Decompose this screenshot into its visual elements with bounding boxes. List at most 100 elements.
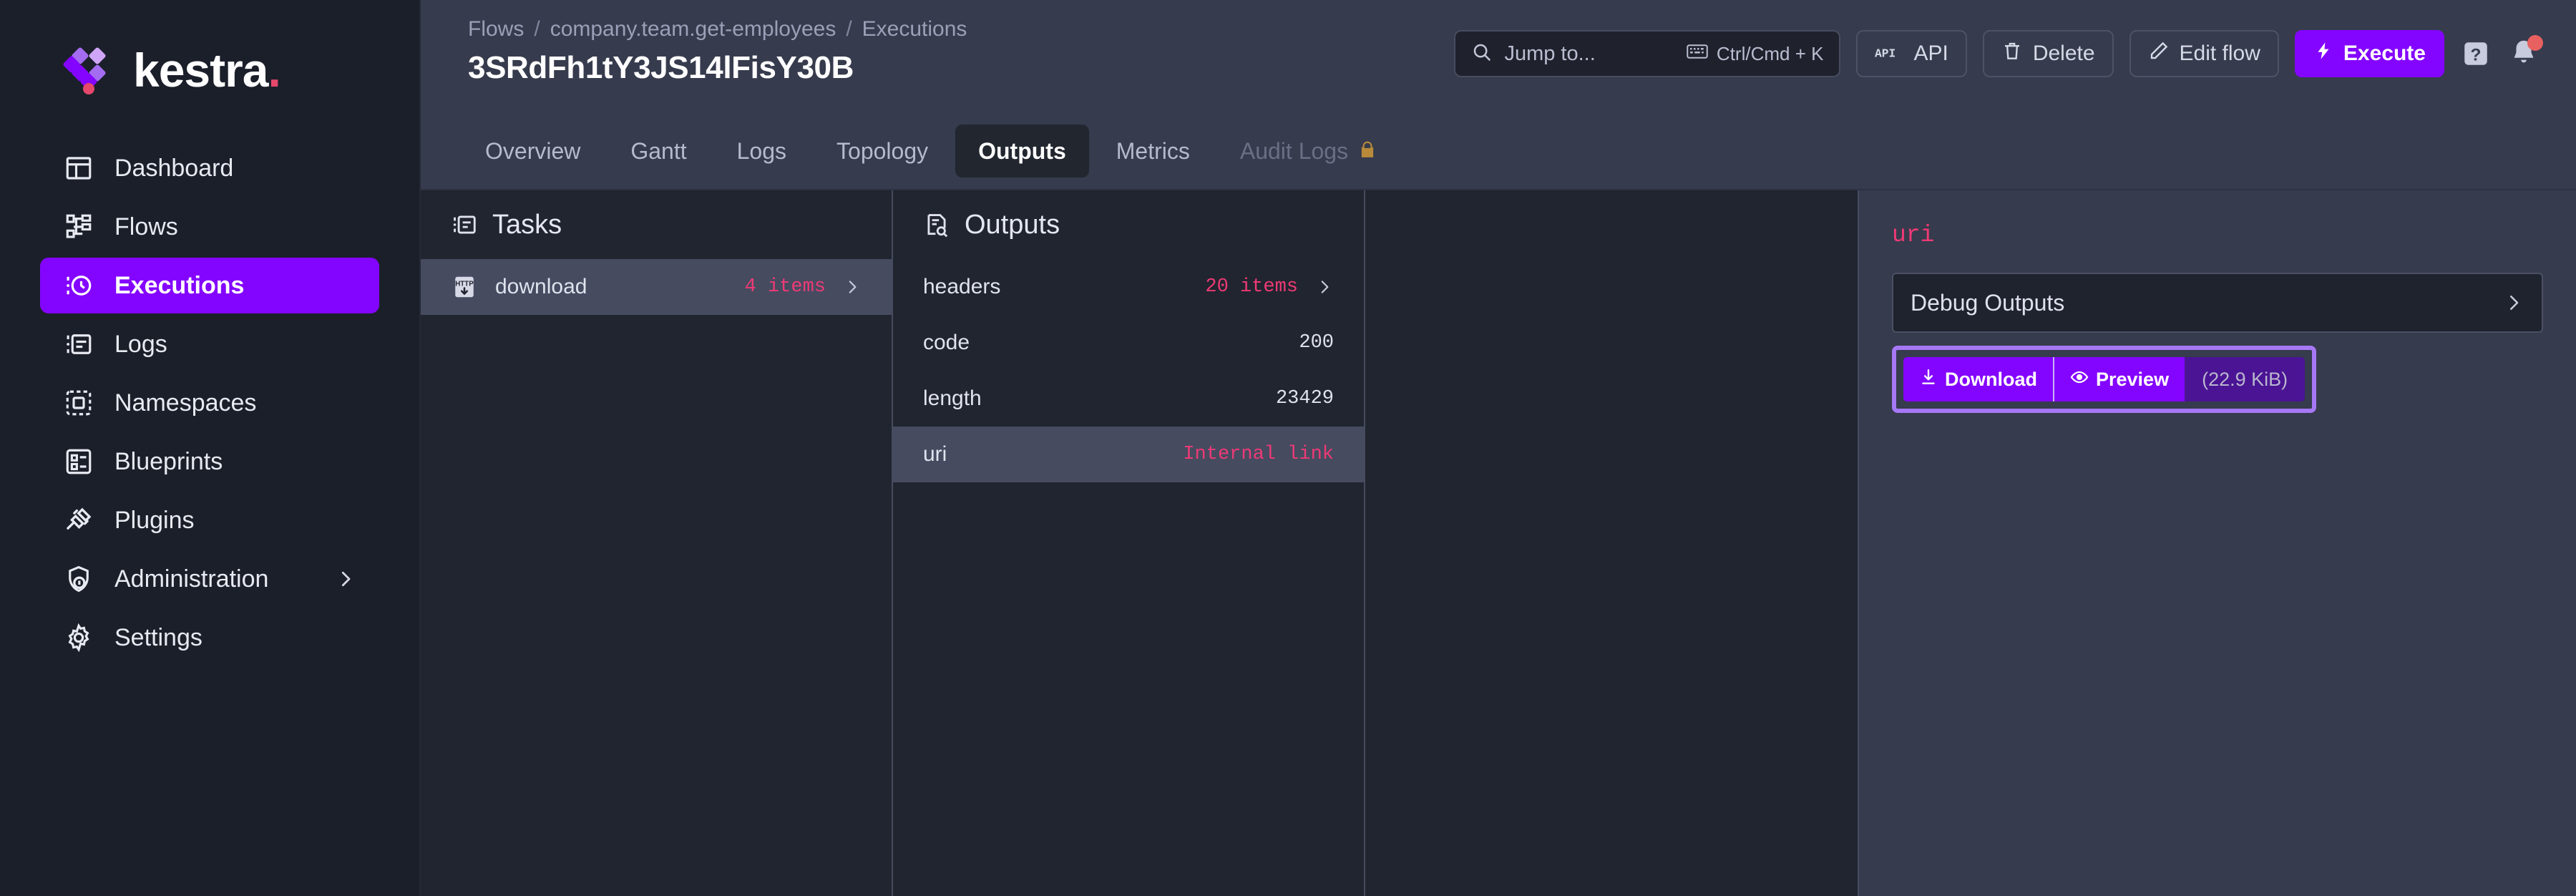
sidebar-item-label: Dashboard xyxy=(114,155,356,182)
sidebar: kestra. Dashboard Flows Executions xyxy=(0,0,421,896)
search-icon xyxy=(1471,42,1493,67)
sidebar-item-label: Namespaces xyxy=(114,389,356,417)
breadcrumb-item-executions[interactable]: Executions xyxy=(862,17,967,42)
executions-icon xyxy=(63,270,94,301)
output-label: uri xyxy=(923,442,1166,467)
sidebar-item-namespaces[interactable]: Namespaces xyxy=(40,375,379,431)
file-actions-highlight: Download Preview (22.9 KiB) xyxy=(1892,346,2316,413)
search-shortcut-label: Ctrl/Cmd + K xyxy=(1717,43,1824,65)
tab-metrics[interactable]: Metrics xyxy=(1093,125,1213,177)
tab-overview[interactable]: Overview xyxy=(462,125,603,177)
bolt-icon xyxy=(2313,41,2333,67)
brand-logo[interactable]: kestra. xyxy=(0,0,419,140)
panels-container: Tasks HTTP download 4 items xyxy=(421,190,2576,896)
shield-icon xyxy=(63,563,94,595)
chevron-right-icon xyxy=(843,278,862,296)
download-button-label: Download xyxy=(1945,369,2037,391)
sidebar-item-blueprints[interactable]: Blueprints xyxy=(40,434,379,490)
tab-label: Outputs xyxy=(978,138,1066,165)
sidebar-item-executions[interactable]: Executions xyxy=(40,258,379,313)
tab-outputs[interactable]: Outputs xyxy=(955,125,1089,177)
tab-label: Overview xyxy=(485,138,580,165)
http-download-icon: HTTP xyxy=(451,273,478,301)
task-row-download[interactable]: HTTP download 4 items xyxy=(421,259,892,315)
sidebar-item-flows[interactable]: Flows xyxy=(40,199,379,255)
execution-tabs: Overview Gantt Logs Topology Outputs Met… xyxy=(421,113,2576,190)
flows-icon xyxy=(63,211,94,243)
outputs-panel-title: Outputs xyxy=(965,210,1060,240)
download-button[interactable]: Download xyxy=(1903,357,2053,401)
lock-icon xyxy=(1358,138,1377,165)
search-placeholder: Jump to... xyxy=(1504,42,1674,66)
file-actions-group: Download Preview (22.9 KiB) xyxy=(1903,357,2305,401)
breadcrumb-separator: / xyxy=(846,17,852,42)
output-row-headers[interactable]: headers 20 items xyxy=(893,259,1364,315)
execute-button[interactable]: Execute xyxy=(2295,30,2444,77)
sidebar-item-label: Settings xyxy=(114,624,356,652)
sidebar-item-settings[interactable]: Settings xyxy=(40,610,379,666)
chevron-right-icon xyxy=(1315,278,1334,296)
output-value: 200 xyxy=(1299,332,1334,354)
sidebar-item-plugins[interactable]: Plugins xyxy=(40,492,379,548)
outputs-icon xyxy=(923,211,950,238)
topbar-actions: Jump to... Ctrl/Cmd + K API API xyxy=(1454,13,2542,77)
svg-text:?: ? xyxy=(2471,46,2482,65)
output-row-uri[interactable]: uri Internal link xyxy=(893,427,1364,482)
gear-icon xyxy=(63,622,94,653)
notifications-button[interactable] xyxy=(2507,36,2542,71)
eye-icon xyxy=(2070,368,2089,391)
blueprints-icon xyxy=(63,446,94,477)
tab-gantt[interactable]: Gantt xyxy=(608,125,709,177)
title-block: Flows / company.team.get-employees / Exe… xyxy=(468,13,1454,86)
delete-button-label: Delete xyxy=(2033,42,2095,66)
sidebar-item-label: Blueprints xyxy=(114,448,356,476)
preview-button-label: Preview xyxy=(2096,369,2169,391)
sidebar-item-label: Executions xyxy=(114,272,356,300)
brand-name: kestra. xyxy=(133,47,280,94)
tab-label: Metrics xyxy=(1116,138,1190,165)
breadcrumb-item-flow[interactable]: company.team.get-employees xyxy=(550,17,836,42)
output-label: length xyxy=(923,386,1259,411)
search-input[interactable]: Jump to... Ctrl/Cmd + K xyxy=(1454,30,1840,77)
api-icon: API xyxy=(1875,42,1903,66)
task-item-count: 4 items xyxy=(745,276,826,298)
tab-logs[interactable]: Logs xyxy=(714,125,809,177)
tab-label: Gantt xyxy=(630,138,686,165)
sidebar-item-logs[interactable]: Logs xyxy=(40,316,379,372)
edit-flow-button[interactable]: Edit flow xyxy=(2129,30,2279,77)
notification-badge xyxy=(2527,35,2543,51)
sidebar-item-administration[interactable]: Administration xyxy=(40,551,379,607)
sidebar-item-dashboard[interactable]: Dashboard xyxy=(40,140,379,196)
sidebar-item-label: Plugins xyxy=(114,507,356,535)
topbar: Flows / company.team.get-employees / Exe… xyxy=(421,0,2576,113)
delete-button[interactable]: Delete xyxy=(1983,30,2114,77)
sidebar-item-label: Logs xyxy=(114,331,356,359)
edit-flow-button-label: Edit flow xyxy=(2180,42,2260,66)
output-value: 20 items xyxy=(1205,276,1298,298)
app-root: kestra. Dashboard Flows Executions xyxy=(0,0,2576,896)
debug-outputs-button[interactable]: Debug Outputs xyxy=(1892,273,2543,333)
preview-button[interactable]: Preview xyxy=(2054,357,2185,401)
namespaces-icon xyxy=(63,387,94,419)
tasks-panel-header: Tasks xyxy=(421,190,892,259)
help-button[interactable]: ? xyxy=(2460,38,2492,69)
output-row-length[interactable]: length 23429 xyxy=(893,371,1364,427)
breadcrumb-item-flows[interactable]: Flows xyxy=(468,17,524,42)
tasks-icon xyxy=(451,211,478,238)
trash-icon xyxy=(2001,40,2023,67)
task-label: download xyxy=(495,275,728,299)
tab-topology[interactable]: Topology xyxy=(814,125,951,177)
svg-text:HTTP: HTTP xyxy=(455,281,474,288)
svg-text:API: API xyxy=(1875,47,1896,60)
api-button-label: API xyxy=(1913,42,1948,66)
outputs-panel-header: Outputs xyxy=(893,190,1364,259)
output-row-code[interactable]: code 200 xyxy=(893,315,1364,371)
api-button[interactable]: API API xyxy=(1856,30,1966,77)
tasks-panel: Tasks HTTP download 4 items xyxy=(421,190,893,896)
dashboard-icon xyxy=(63,152,94,184)
execute-button-label: Execute xyxy=(2343,42,2426,66)
pencil-icon xyxy=(2148,40,2170,67)
page-title: 3SRdFh1tY3JS14lFisY30B xyxy=(468,50,1454,86)
keyboard-icon xyxy=(1687,43,1708,65)
output-label: headers xyxy=(923,275,1188,299)
